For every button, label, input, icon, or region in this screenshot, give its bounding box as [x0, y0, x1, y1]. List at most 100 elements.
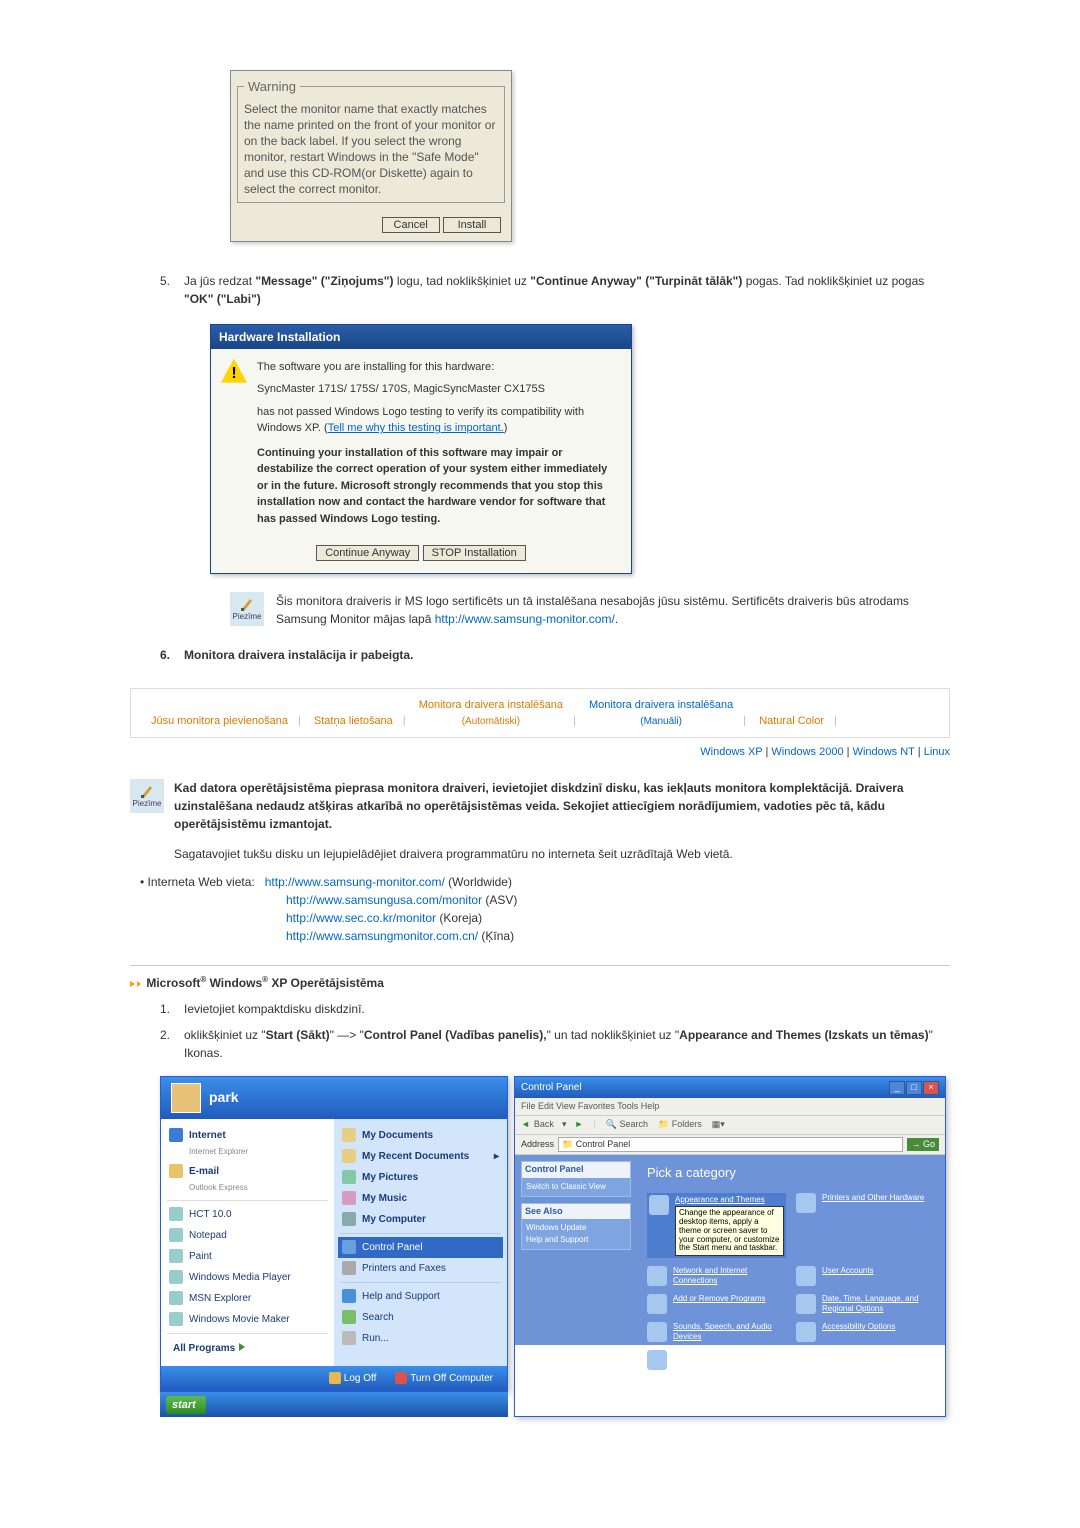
wmp-icon	[169, 1270, 183, 1284]
power-icon	[395, 1372, 407, 1384]
link-linux[interactable]: Linux	[924, 746, 950, 758]
cat-network[interactable]: Network and Internet Connections	[647, 1266, 786, 1286]
logo-testing-link[interactable]: Tell me why this testing is important.	[328, 422, 504, 434]
hardware-installation-title: Hardware Installation	[211, 325, 631, 349]
sm-item-help[interactable]: Help and Support	[338, 1286, 503, 1307]
cat-add-remove[interactable]: Add or Remove Programs	[647, 1294, 786, 1314]
help-support-link[interactable]: Help and Support	[526, 1234, 626, 1246]
start-button[interactable]: start	[166, 1396, 206, 1415]
link-windows-xp[interactable]: Windows XP	[700, 746, 762, 758]
stop-installation-button[interactable]: STOP Installation	[423, 545, 526, 561]
close-button[interactable]: ×	[923, 1081, 939, 1095]
switch-classic-view[interactable]: Switch to Classic View	[526, 1181, 626, 1193]
sm-item-music[interactable]: My Music	[338, 1188, 503, 1209]
warning-legend: Warning	[244, 77, 300, 97]
folder-icon	[342, 1170, 356, 1184]
views-button[interactable]: ▦▾	[712, 1118, 725, 1132]
sidebar-box-seealso: See Also Windows Update Help and Support	[521, 1203, 631, 1251]
control-panel-toolbar: ◄ Back ▾ ► | 🔍 Search 📁 Folders ▦▾	[515, 1116, 945, 1135]
sm-item-mydocs[interactable]: My Documents	[338, 1125, 503, 1146]
cat-printers-hardware[interactable]: Printers and Other Hardware	[796, 1193, 935, 1259]
windows-update-link[interactable]: Windows Update	[526, 1222, 626, 1234]
step-5: 5. Ja jūs redzat "Message" ("Ziņojums") …	[160, 272, 950, 308]
printer-icon	[342, 1261, 356, 1275]
ie-icon	[169, 1128, 183, 1142]
start-menu-footer: Log Off Turn Off Computer	[161, 1366, 507, 1391]
minimize-button[interactable]: _	[889, 1081, 905, 1095]
sm-item-notepad[interactable]: Notepad	[165, 1225, 330, 1246]
arrow-icon	[130, 981, 135, 987]
note-icon: Piezīme	[130, 779, 164, 813]
section-windows-xp: Microsoft® Windows® XP Operētājsistēma	[130, 965, 950, 992]
maximize-button[interactable]: □	[906, 1081, 922, 1095]
sm-item-internet[interactable]: Internet	[165, 1125, 330, 1146]
logoff-button[interactable]: Log Off	[323, 1370, 383, 1387]
sm-item-wmp[interactable]: Windows Media Player	[165, 1267, 330, 1288]
sm-item-search[interactable]: Search	[338, 1307, 503, 1328]
control-panel-titlebar: Control Panel _□×	[515, 1077, 945, 1098]
install-button[interactable]: Install	[443, 217, 501, 233]
continue-anyway-button[interactable]: Continue Anyway	[316, 545, 419, 561]
control-panel-sidebar: Control Panel Switch to Classic View See…	[515, 1155, 637, 1345]
hardware-installation-dialog: Hardware Installation ! The software you…	[210, 324, 632, 575]
samsung-monitor-link[interactable]: http://www.samsung-monitor.com/	[435, 612, 615, 626]
run-icon	[342, 1331, 356, 1345]
step-6-text: Monitora draivera instalācija ir pabeigt…	[184, 646, 950, 664]
username: park	[209, 1087, 239, 1108]
web-list-label: Interneta Web vieta:	[148, 873, 255, 891]
cat-user-accounts[interactable]: User Accounts	[796, 1266, 935, 1286]
globe-icon	[796, 1294, 816, 1314]
turnoff-button[interactable]: Turn Off Computer	[389, 1370, 499, 1387]
sm-item-paint[interactable]: Paint	[165, 1246, 330, 1267]
cancel-button[interactable]: Cancel	[382, 217, 440, 233]
address-field[interactable]: 📁 Control Panel	[558, 1137, 903, 1153]
link-china[interactable]: http://www.samsungmonitor.com.cn/	[286, 929, 478, 943]
arrow-icon	[137, 981, 141, 987]
tab-driver-auto[interactable]: Monitora draivera instalēšana (Automātis…	[409, 697, 573, 729]
sm-item-hct[interactable]: HCT 10.0	[165, 1204, 330, 1225]
sm-item-wmm[interactable]: Windows Movie Maker	[165, 1309, 330, 1330]
tab-stand[interactable]: Statņa lietošana	[304, 713, 403, 730]
tab-natural-color[interactable]: Natural Color	[749, 713, 834, 730]
sm-item-mycomputer[interactable]: My Computer	[338, 1209, 503, 1230]
sm-item-printers[interactable]: Printers and Faxes	[338, 1258, 503, 1279]
link-usa[interactable]: http://www.samsungusa.com/monitor	[286, 893, 482, 907]
link-windows-nt[interactable]: Windows NT	[853, 746, 915, 758]
cat-sounds[interactable]: Sounds, Speech, and Audio Devices	[647, 1322, 786, 1342]
performance-icon	[647, 1350, 667, 1370]
warning-triangle-icon: !	[221, 359, 247, 383]
sm-item-msn[interactable]: MSN Explorer	[165, 1288, 330, 1309]
cat-appearance-themes[interactable]: Appearance and Themes Change the appeara…	[647, 1193, 786, 1259]
warning-text: Select the monitor name that exactly mat…	[244, 101, 498, 198]
mail-icon	[169, 1164, 183, 1178]
sm-item-recent[interactable]: My Recent Documents ▸	[338, 1146, 503, 1167]
cat-accessibility[interactable]: Accessibility Options	[796, 1322, 935, 1342]
cat-date-time[interactable]: Date, Time, Language, and Regional Optio…	[796, 1294, 935, 1314]
tab-connect[interactable]: Jūsu monitora pievienošana	[141, 713, 298, 730]
sm-item-run[interactable]: Run...	[338, 1328, 503, 1349]
sm-item-email[interactable]: E-mail	[165, 1161, 330, 1182]
start-menu-with-taskbar: park Internet Internet Explorer E-mail O…	[160, 1076, 508, 1418]
go-button[interactable]: → Go	[907, 1138, 939, 1152]
msn-icon	[169, 1291, 183, 1305]
link-windows-2000[interactable]: Windows 2000	[771, 746, 843, 758]
link-korea[interactable]: http://www.sec.co.kr/monitor	[286, 911, 436, 925]
start-menu-right: My Documents My Recent Documents ▸ My Pi…	[334, 1119, 507, 1366]
start-menu-header: park	[161, 1077, 507, 1119]
sm-item-pics[interactable]: My Pictures	[338, 1167, 503, 1188]
back-button[interactable]: ◄	[521, 1118, 530, 1132]
forward-button[interactable]: ►	[574, 1118, 583, 1132]
folders-button[interactable]: 📁 Folders	[658, 1118, 702, 1132]
control-panel-menubar[interactable]: File Edit View Favorites Tools Help	[515, 1098, 945, 1117]
note-row: Piezīme Šis monitora draiveris ir MS log…	[230, 592, 950, 628]
sm-all-programs[interactable]: All Programs	[165, 1337, 330, 1360]
control-panel-icon	[342, 1240, 356, 1254]
logoff-icon	[329, 1372, 341, 1384]
cat-performance[interactable]: Performance and Maintenance	[647, 1350, 786, 1370]
tabs-row: Jūsu monitora pievienošana | Statņa liet…	[130, 688, 950, 738]
link-worldwide[interactable]: http://www.samsung-monitor.com/	[265, 875, 445, 889]
search-button[interactable]: 🔍 Search	[606, 1118, 648, 1132]
warning-dialog: Warning Select the monitor name that exa…	[230, 70, 512, 242]
sm-item-control-panel[interactable]: Control Panel	[338, 1237, 503, 1258]
tab-driver-manual[interactable]: Monitora draivera instalēšana (Manuāli)	[579, 697, 743, 729]
